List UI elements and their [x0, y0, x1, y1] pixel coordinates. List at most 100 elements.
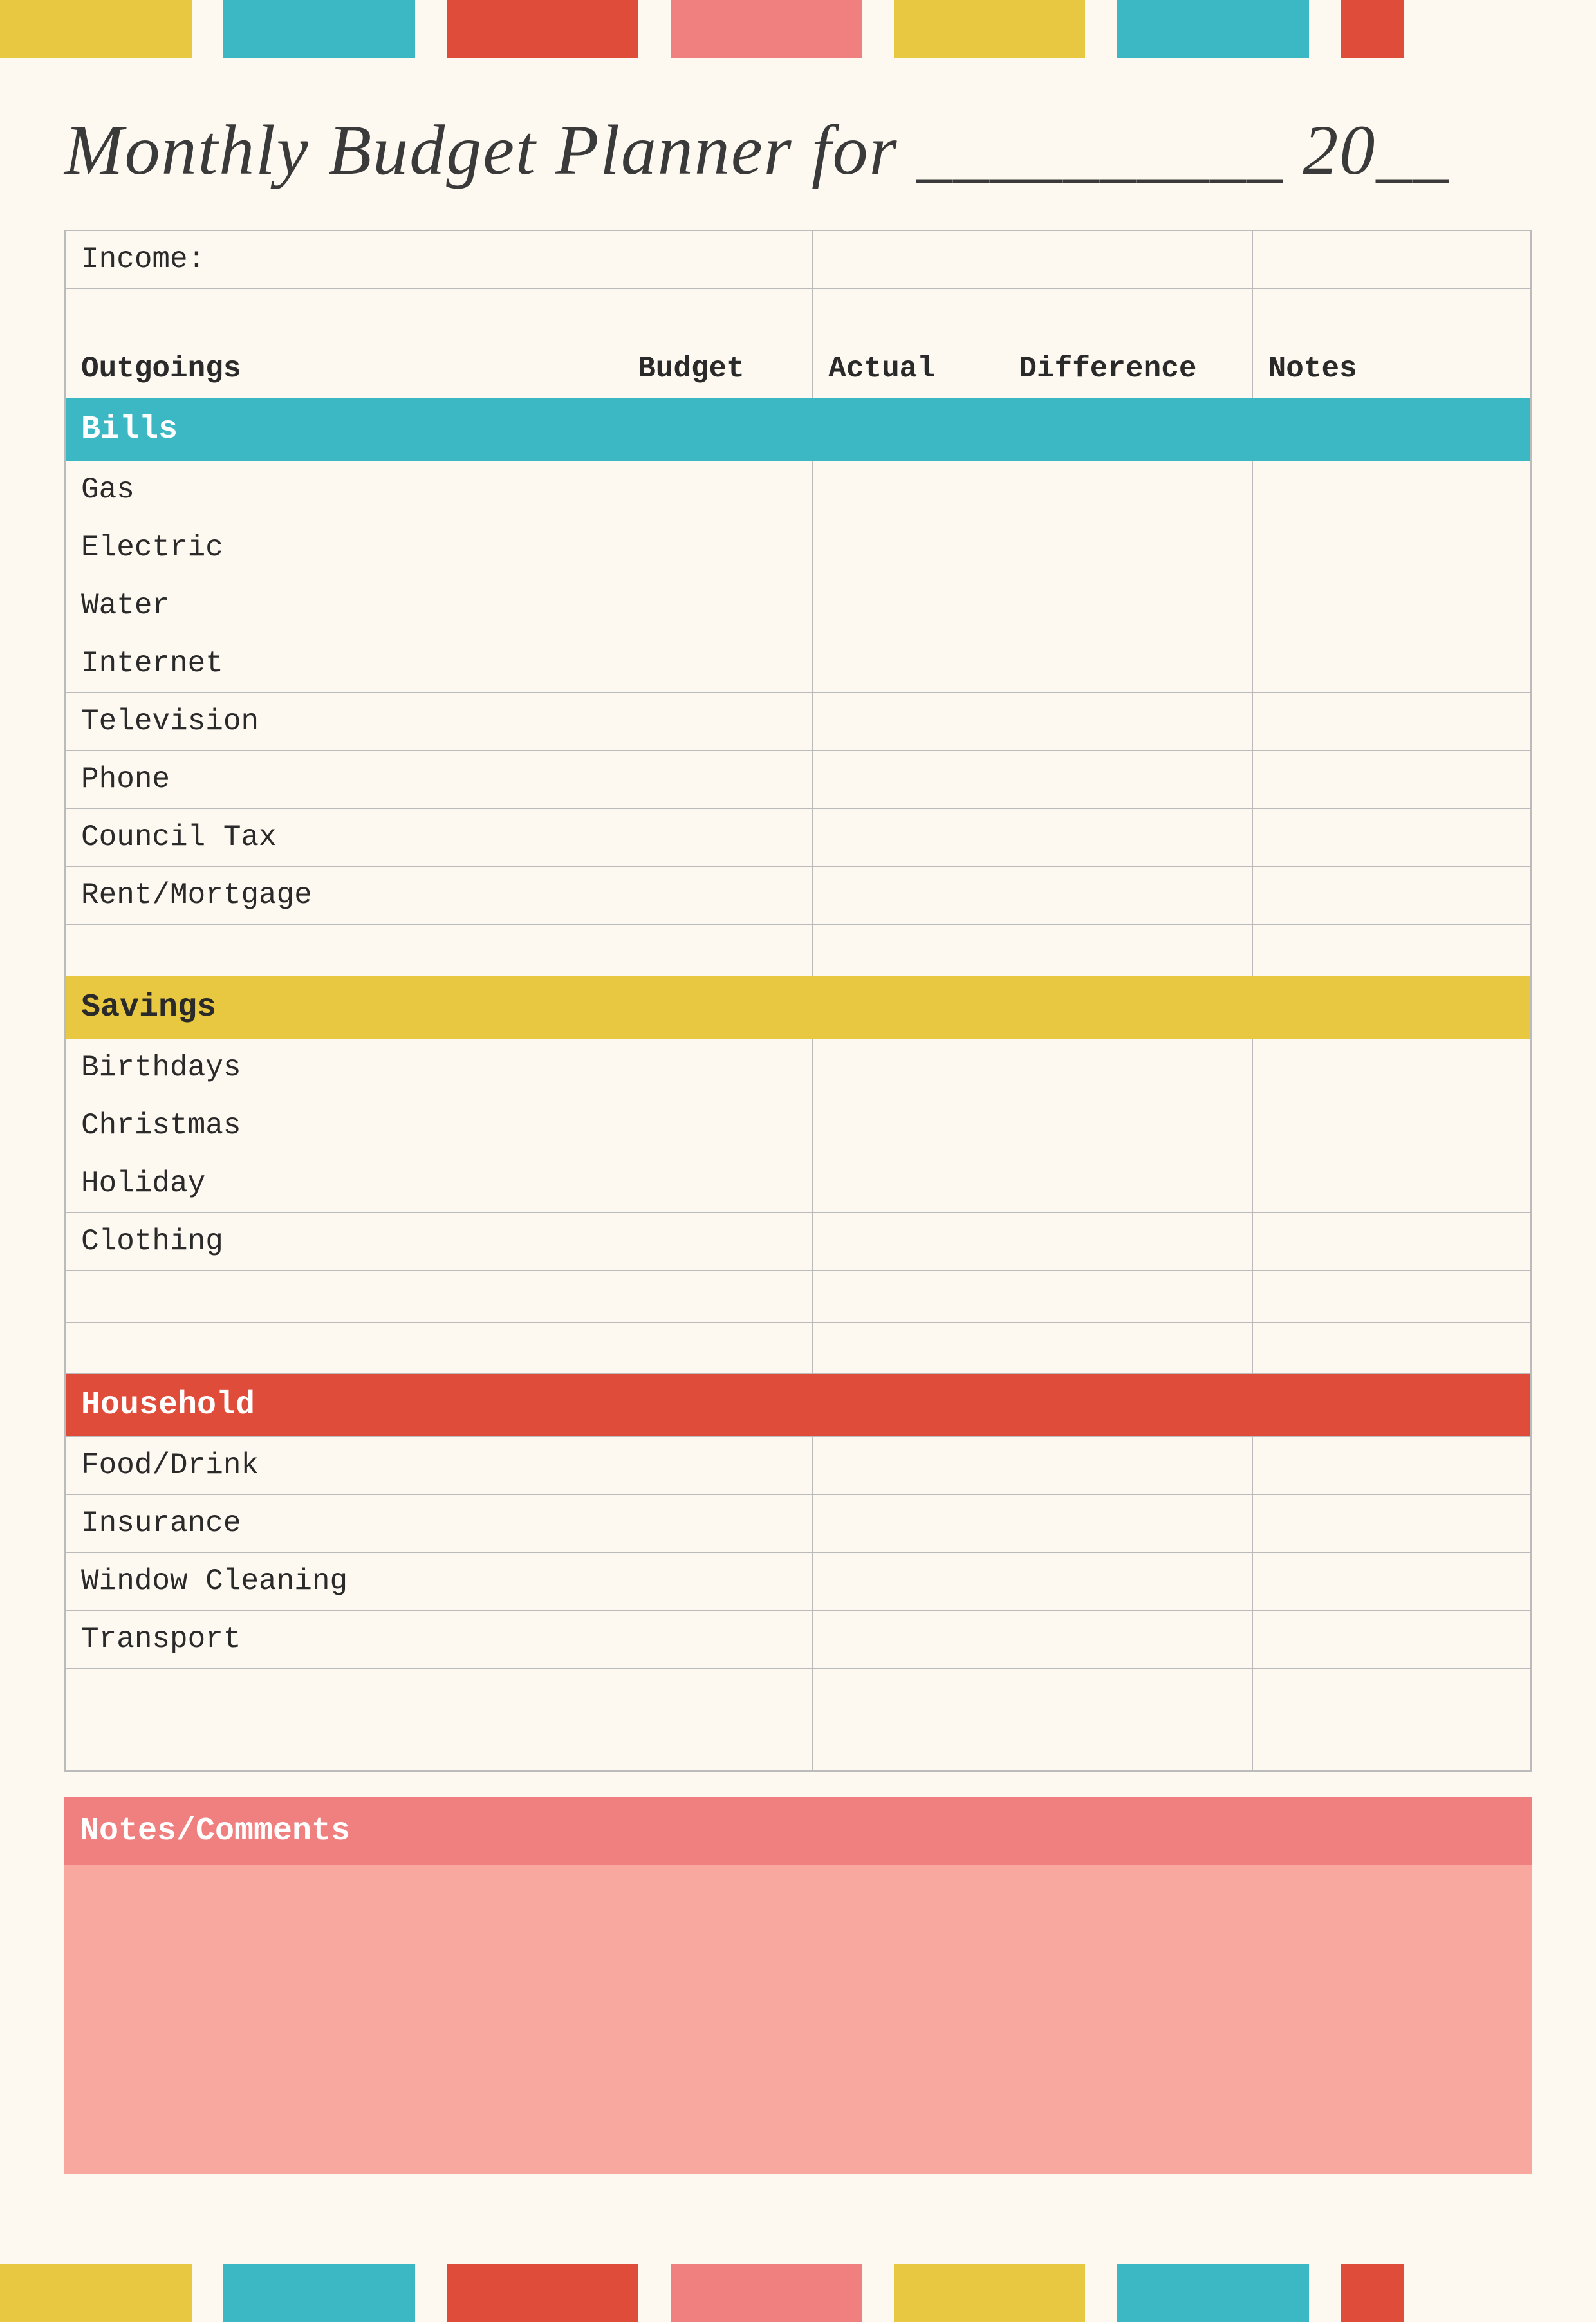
- bottom-bar-gap-1: [192, 2264, 224, 2322]
- gas-actual[interactable]: [813, 461, 1003, 519]
- col-difference-header: Difference: [1003, 340, 1252, 398]
- label-gas: Gas: [65, 461, 622, 519]
- row-birthdays: Birthdays: [65, 1039, 1531, 1097]
- income-row: Income:: [65, 230, 1531, 288]
- electric-budget[interactable]: [622, 519, 813, 577]
- water-notes[interactable]: [1252, 577, 1531, 635]
- insurance-notes[interactable]: [1252, 1494, 1531, 1552]
- bar-gap-7: [1404, 0, 1596, 58]
- internet-actual[interactable]: [813, 635, 1003, 692]
- council-tax-actual[interactable]: [813, 808, 1003, 866]
- row-food-drink: Food/Drink: [65, 1436, 1531, 1494]
- transport-actual[interactable]: [813, 1610, 1003, 1668]
- electric-actual[interactable]: [813, 519, 1003, 577]
- insurance-actual[interactable]: [813, 1494, 1003, 1552]
- income-budget[interactable]: [622, 230, 813, 288]
- gas-notes[interactable]: [1252, 461, 1531, 519]
- internet-diff[interactable]: [1003, 635, 1252, 692]
- food-drink-notes[interactable]: [1252, 1436, 1531, 1494]
- row-window-cleaning: Window Cleaning: [65, 1552, 1531, 1610]
- insurance-budget[interactable]: [622, 1494, 813, 1552]
- christmas-notes[interactable]: [1252, 1097, 1531, 1155]
- clothing-diff[interactable]: [1003, 1212, 1252, 1270]
- clothing-actual[interactable]: [813, 1212, 1003, 1270]
- window-cleaning-actual[interactable]: [813, 1552, 1003, 1610]
- water-diff[interactable]: [1003, 577, 1252, 635]
- spacer-household-1: [65, 1668, 1531, 1720]
- label-transport: Transport: [65, 1610, 622, 1668]
- holiday-budget[interactable]: [622, 1155, 813, 1212]
- label-phone: Phone: [65, 750, 622, 808]
- television-actual[interactable]: [813, 692, 1003, 750]
- holiday-diff[interactable]: [1003, 1155, 1252, 1212]
- christmas-actual[interactable]: [813, 1097, 1003, 1155]
- headers-row: Outgoings Budget Actual Difference Notes: [65, 340, 1531, 398]
- income-diff[interactable]: [1003, 230, 1252, 288]
- bottom-color-bar: [0, 2264, 1596, 2322]
- insurance-diff[interactable]: [1003, 1494, 1252, 1552]
- food-drink-actual[interactable]: [813, 1436, 1003, 1494]
- rent-mortgage-diff[interactable]: [1003, 866, 1252, 924]
- internet-notes[interactable]: [1252, 635, 1531, 692]
- gas-budget[interactable]: [622, 461, 813, 519]
- water-actual[interactable]: [813, 577, 1003, 635]
- television-diff[interactable]: [1003, 692, 1252, 750]
- rent-mortgage-budget[interactable]: [622, 866, 813, 924]
- window-cleaning-diff[interactable]: [1003, 1552, 1252, 1610]
- television-budget[interactable]: [622, 692, 813, 750]
- row-clothing: Clothing: [65, 1212, 1531, 1270]
- spacer-after-bills: [65, 924, 1531, 976]
- clothing-notes[interactable]: [1252, 1212, 1531, 1270]
- gas-diff[interactable]: [1003, 461, 1252, 519]
- window-cleaning-budget[interactable]: [622, 1552, 813, 1610]
- notes-body[interactable]: [64, 1865, 1532, 2174]
- bottom-bar-pink-1: [671, 2264, 862, 2322]
- bottom-bar-gap-2: [415, 2264, 447, 2322]
- birthdays-budget[interactable]: [622, 1039, 813, 1097]
- transport-budget[interactable]: [622, 1610, 813, 1668]
- label-clothing: Clothing: [65, 1212, 622, 1270]
- label-television: Television: [65, 692, 622, 750]
- phone-notes[interactable]: [1252, 750, 1531, 808]
- label-holiday: Holiday: [65, 1155, 622, 1212]
- food-drink-budget[interactable]: [622, 1436, 813, 1494]
- council-tax-budget[interactable]: [622, 808, 813, 866]
- council-tax-diff[interactable]: [1003, 808, 1252, 866]
- transport-notes[interactable]: [1252, 1610, 1531, 1668]
- birthdays-diff[interactable]: [1003, 1039, 1252, 1097]
- spacer-savings-1: [65, 1270, 1531, 1322]
- bottom-bar-gap-7: [1404, 2264, 1596, 2322]
- electric-diff[interactable]: [1003, 519, 1252, 577]
- television-notes[interactable]: [1252, 692, 1531, 750]
- christmas-budget[interactable]: [622, 1097, 813, 1155]
- notes-body-row: [64, 1865, 1532, 2174]
- rent-mortgage-actual[interactable]: [813, 866, 1003, 924]
- label-birthdays: Birthdays: [65, 1039, 622, 1097]
- window-cleaning-notes[interactable]: [1252, 1552, 1531, 1610]
- bottom-bar-gap-5: [1085, 2264, 1117, 2322]
- internet-budget[interactable]: [622, 635, 813, 692]
- spacer-savings-2: [65, 1322, 1531, 1373]
- clothing-budget[interactable]: [622, 1212, 813, 1270]
- col-notes-header: Notes: [1252, 340, 1531, 398]
- water-budget[interactable]: [622, 577, 813, 635]
- phone-budget[interactable]: [622, 750, 813, 808]
- holiday-actual[interactable]: [813, 1155, 1003, 1212]
- label-food-drink: Food/Drink: [65, 1436, 622, 1494]
- transport-diff[interactable]: [1003, 1610, 1252, 1668]
- income-notes[interactable]: [1252, 230, 1531, 288]
- spacer-row-1: [65, 288, 1531, 340]
- food-drink-diff[interactable]: [1003, 1436, 1252, 1494]
- birthdays-actual[interactable]: [813, 1039, 1003, 1097]
- electric-notes[interactable]: [1252, 519, 1531, 577]
- label-council-tax: Council Tax: [65, 808, 622, 866]
- christmas-diff[interactable]: [1003, 1097, 1252, 1155]
- income-actual[interactable]: [813, 230, 1003, 288]
- row-television: Television: [65, 692, 1531, 750]
- rent-mortgage-notes[interactable]: [1252, 866, 1531, 924]
- council-tax-notes[interactable]: [1252, 808, 1531, 866]
- phone-actual[interactable]: [813, 750, 1003, 808]
- phone-diff[interactable]: [1003, 750, 1252, 808]
- holiday-notes[interactable]: [1252, 1155, 1531, 1212]
- birthdays-notes[interactable]: [1252, 1039, 1531, 1097]
